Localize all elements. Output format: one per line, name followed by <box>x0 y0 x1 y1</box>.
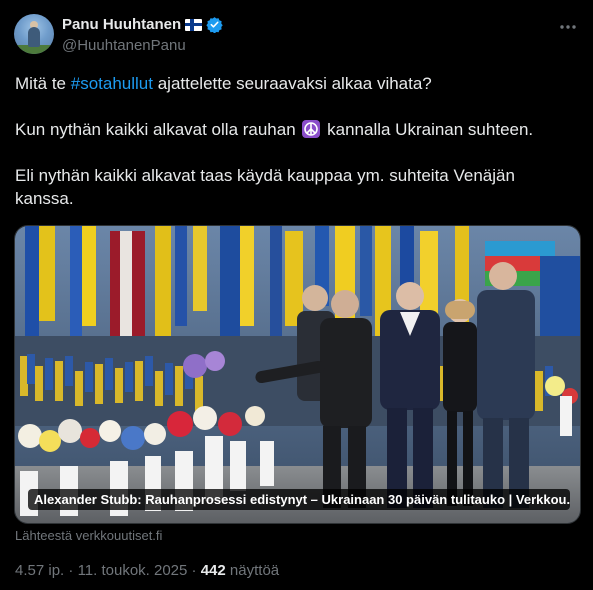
tweet-line-3: Eli nythän kaikki alkavat taas käydä kau… <box>15 166 515 208</box>
view-count-label: näyttöä <box>229 562 280 579</box>
link-card[interactable] <box>14 225 581 524</box>
tweet-date[interactable]: 11. toukok. 2025 <box>78 562 188 579</box>
more-options-icon[interactable] <box>559 18 577 36</box>
view-count: 442 <box>200 562 226 579</box>
link-card-source[interactable]: Lähteestä verkkouutiset.fi <box>15 528 162 543</box>
link-card-image <box>15 226 580 523</box>
finland-flag-icon <box>185 18 203 31</box>
link-card-caption[interactable]: Alexander Stubb: Rauhanprosessi edistyny… <box>28 489 570 510</box>
tweet-meta: 4.57 ip. · 11. toukok. 2025 · 442 näyttö… <box>15 562 279 579</box>
avatar[interactable] <box>14 14 54 54</box>
tweet-time[interactable]: 4.57 ip. <box>15 562 64 579</box>
tweet-line-2: Kun nythän kaikki alkavat olla rauhan ka… <box>15 120 534 139</box>
hashtag-link[interactable]: #sotahullut <box>71 74 153 93</box>
verified-badge-icon[interactable] <box>206 16 223 33</box>
meta-separator: · <box>191 562 197 579</box>
peace-symbol-icon <box>302 120 321 138</box>
author-row: Panu Huuhtanen <box>62 16 223 33</box>
tweet-text: Mitä te #sotahullut ajattelette seuraava… <box>15 72 575 233</box>
meta-separator: · <box>68 562 74 579</box>
author-name[interactable]: Panu Huuhtanen <box>62 16 181 33</box>
author-handle[interactable]: @HuuhtanenPanu <box>62 37 186 54</box>
tweet-line-1: Mitä te #sotahullut ajattelette seuraava… <box>15 74 432 93</box>
